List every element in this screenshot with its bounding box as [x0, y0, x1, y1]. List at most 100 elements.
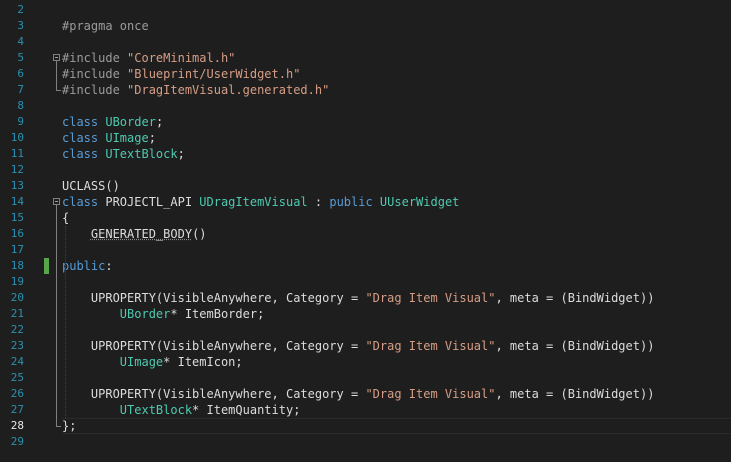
- code-line[interactable]: class PROJECTL_API UDragItemVisual : pub…: [62, 194, 459, 210]
- code-editor[interactable]: 2 3 4 5 6 7 8 9 10 11 12 13 14 15 16 17 18 19 20 21 22 23 24 25…: [0, 0, 731, 462]
- code-line[interactable]: #include "CoreMinimal.h": [62, 50, 235, 66]
- code-token: "Drag Item Visual": [365, 339, 496, 353]
- line-number: 21: [10, 307, 24, 320]
- code-line[interactable]: class UBorder;: [62, 114, 163, 130]
- class-block-collapse-icon[interactable]: [53, 198, 60, 205]
- code-token: "DragItemVisual.generated.h": [127, 83, 330, 97]
- line-number: 6: [17, 67, 24, 80]
- code-token: UCLASS(): [62, 179, 120, 193]
- code-line[interactable]: public:: [62, 258, 113, 274]
- code-token: class: [62, 195, 106, 209]
- code-line[interactable]: UImage* ItemIcon;: [62, 354, 243, 370]
- line-number: 23: [10, 339, 24, 352]
- line-number: 24: [10, 355, 24, 368]
- code-token: UImage: [105, 131, 149, 145]
- line-number: 25: [10, 371, 24, 384]
- code-token: , meta = (BindWidget)): [495, 291, 655, 305]
- line-number: 29: [10, 435, 24, 448]
- code-line[interactable]: UPROPERTY(VisibleAnywhere, Category = "D…: [62, 338, 655, 354]
- code-line[interactable]: #include "DragItemVisual.generated.h": [62, 82, 329, 98]
- line-number: 8: [17, 99, 24, 112]
- code-token: :: [105, 259, 113, 273]
- code-token: , meta = (BindWidget)): [495, 387, 655, 401]
- code-token: GENERATED_BODY: [90, 227, 193, 241]
- code-line[interactable]: #pragma once: [62, 18, 149, 34]
- line-number: 2: [17, 3, 24, 16]
- code-line[interactable]: UPROPERTY(VisibleAnywhere, Category = "D…: [62, 290, 655, 306]
- line-number: 12: [10, 163, 24, 176]
- code-token: , meta = (BindWidget)): [495, 339, 655, 353]
- code-token: PROJECTL_API: [105, 195, 200, 209]
- class-block-fold-end: [56, 426, 61, 427]
- class-block-fold-line: [56, 205, 57, 426]
- code-line[interactable]: };: [62, 418, 76, 434]
- code-token: UUserWidget: [379, 195, 460, 209]
- code-token: #include: [62, 83, 128, 97]
- code-token: };: [62, 419, 77, 433]
- code-line[interactable]: UCLASS(): [62, 178, 120, 194]
- code-token: UTextBlock: [119, 403, 193, 417]
- line-number: 16: [10, 227, 24, 240]
- code-token: (): [192, 227, 207, 241]
- code-token: #include: [62, 67, 128, 81]
- code-line[interactable]: class UImage;: [62, 130, 156, 146]
- code-text-area[interactable]: #pragma once #include "CoreMinimal.h" #inc…: [62, 0, 731, 462]
- code-token: UTextBlock: [105, 147, 178, 161]
- code-token: #include: [62, 51, 128, 65]
- line-number: 9: [17, 115, 24, 128]
- line-number: 22: [10, 323, 24, 336]
- code-token: UPROPERTY(VisibleAnywhere, Category =: [62, 291, 366, 305]
- outlining-margin: [26, 0, 62, 462]
- line-number: 20: [10, 291, 24, 304]
- code-token: {: [62, 211, 70, 225]
- code-token: :: [307, 195, 330, 209]
- line-number: 27: [10, 403, 24, 416]
- line-number: 17: [10, 243, 24, 256]
- code-token: class: [62, 147, 106, 161]
- code-token: ;: [177, 147, 185, 161]
- include-block-collapse-icon[interactable]: [53, 54, 60, 61]
- line-number: 13: [10, 179, 24, 192]
- code-token: UPROPERTY(VisibleAnywhere, Category =: [62, 387, 366, 401]
- code-token: class: [62, 115, 106, 129]
- line-number: 14: [10, 195, 24, 208]
- code-token: class: [62, 131, 106, 145]
- code-line[interactable]: UTextBlock* ItemQuantity;: [62, 402, 301, 418]
- code-line[interactable]: GENERATED_BODY(): [62, 226, 207, 242]
- code-token: "Blueprint/UserWidget.h": [127, 67, 301, 81]
- code-token: "Drag Item Visual": [365, 291, 496, 305]
- code-line[interactable]: UBorder* ItemBorder;: [62, 306, 265, 322]
- code-token: UPROPERTY(VisibleAnywhere, Category =: [62, 339, 366, 353]
- include-block-fold-end: [56, 90, 61, 91]
- code-line[interactable]: #include "Blueprint/UserWidget.h": [62, 66, 300, 82]
- code-token: ;: [155, 115, 164, 129]
- code-token: UDragItemVisual: [199, 195, 308, 209]
- code-token: #pragma once: [62, 19, 149, 33]
- code-token: public: [62, 259, 106, 273]
- line-number-gutter: 2 3 4 5 6 7 8 9 10 11 12 13 14 15 16 17 18 19 20 21 22 23 24 25…: [0, 0, 26, 462]
- line-number: 5: [17, 51, 24, 64]
- line-number: 11: [10, 147, 24, 160]
- code-token: * ItemBorder;: [170, 307, 265, 321]
- change-marker: [44, 258, 49, 274]
- line-number: 19: [10, 275, 24, 288]
- code-token: "CoreMinimal.h": [127, 51, 236, 65]
- code-token: UBorder: [119, 307, 171, 321]
- line-number: 28: [10, 419, 24, 432]
- line-number: 10: [10, 131, 24, 144]
- code-line[interactable]: class UTextBlock;: [62, 146, 185, 162]
- code-token: ;: [148, 131, 156, 145]
- code-line[interactable]: {: [62, 210, 69, 226]
- line-number: 7: [17, 83, 24, 96]
- line-number: 18: [10, 259, 24, 272]
- code-line[interactable]: UPROPERTY(VisibleAnywhere, Category = "D…: [62, 386, 655, 402]
- line-number: 4: [17, 35, 24, 48]
- code-token: * ItemQuantity;: [192, 403, 301, 417]
- line-number: 3: [17, 19, 24, 32]
- code-token: UBorder: [105, 115, 156, 129]
- line-number: 26: [10, 387, 24, 400]
- code-token: public: [329, 195, 380, 209]
